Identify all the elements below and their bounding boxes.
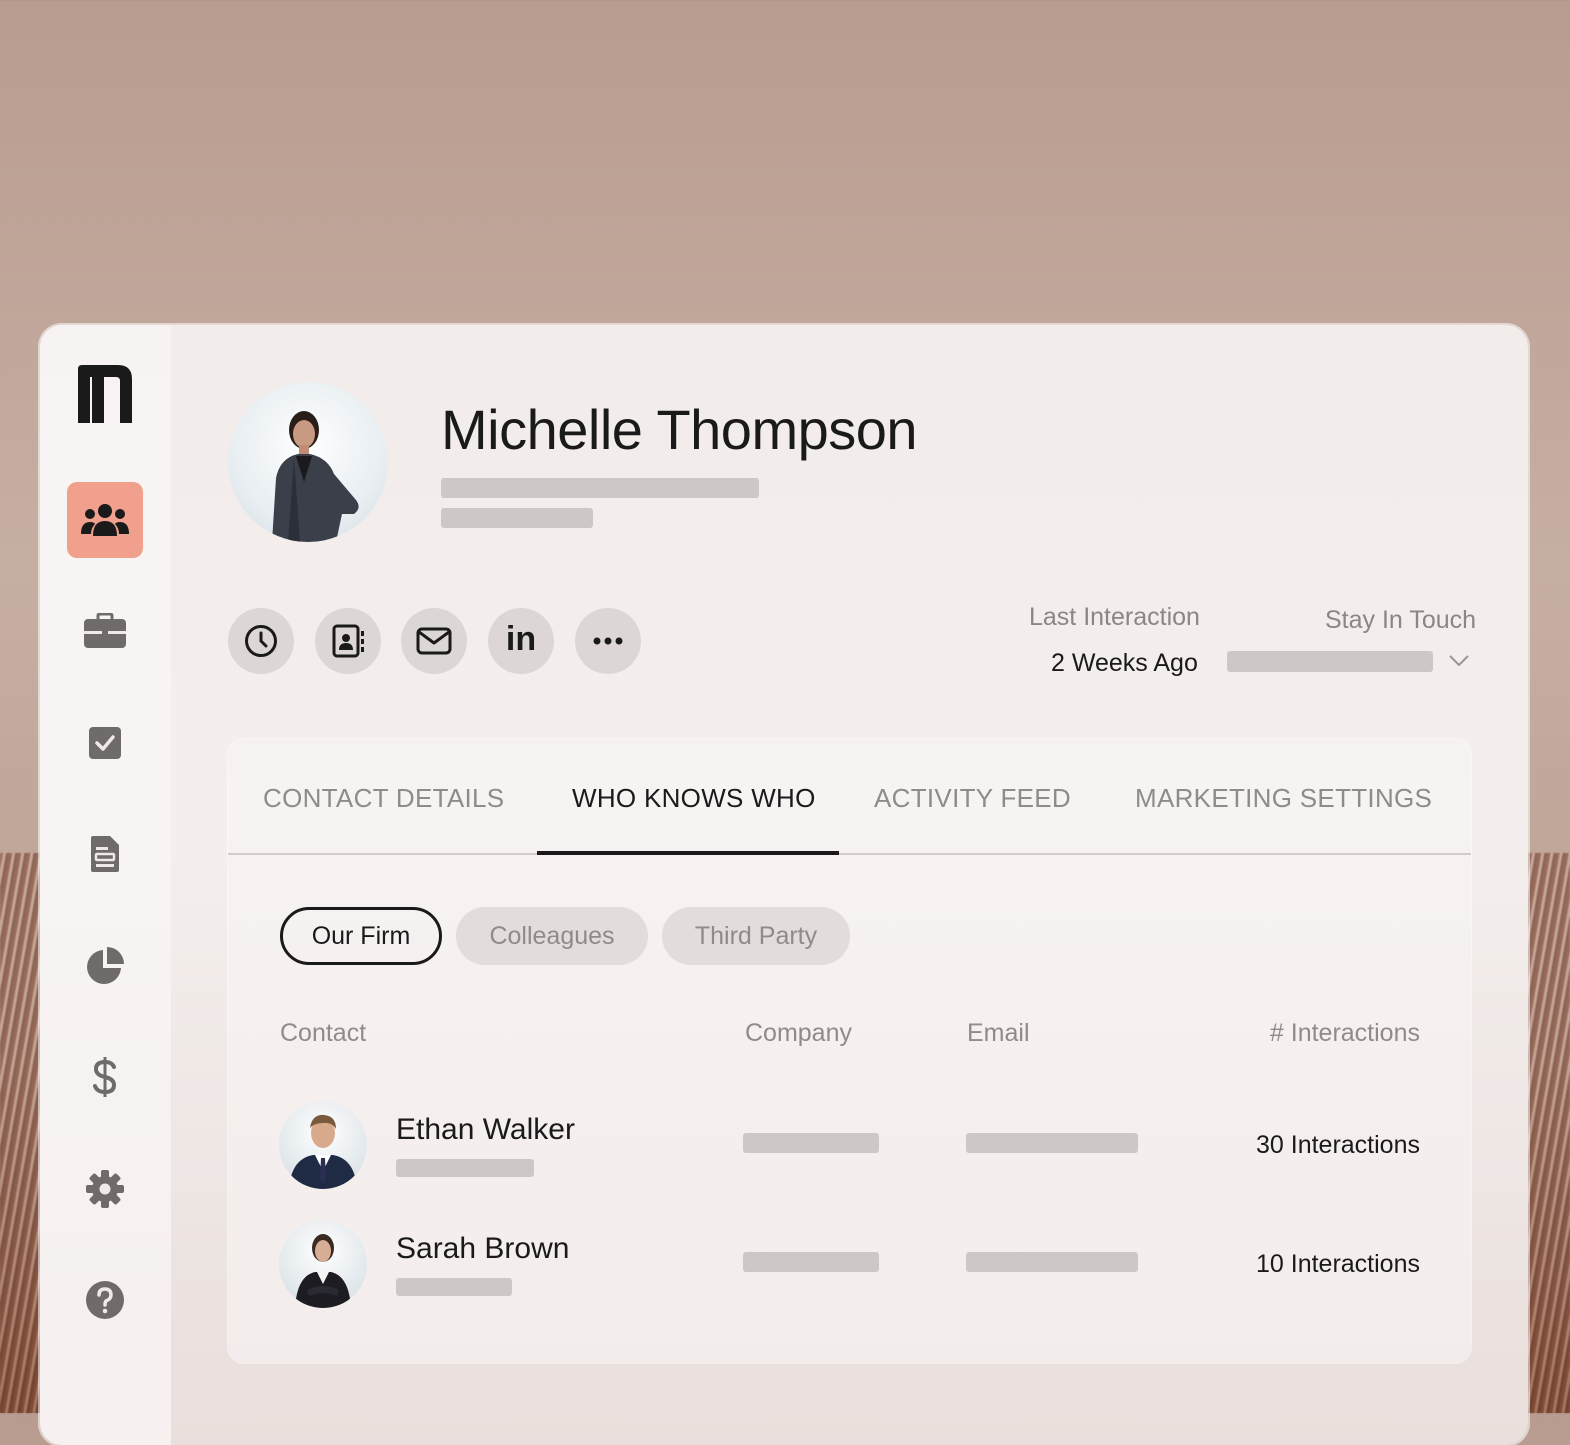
pie-chart-icon: [87, 947, 124, 984]
last-interaction-label: Last Interaction: [1029, 603, 1200, 631]
tab-activity-feed[interactable]: ACTIVITY FEED: [874, 783, 1071, 814]
avatar: [279, 1220, 367, 1308]
tab-contact-details[interactable]: CONTACT DETAILS: [263, 783, 504, 814]
contact-name[interactable]: Sarah Brown: [396, 1232, 569, 1266]
filter-our-firm[interactable]: Our Firm: [280, 907, 442, 965]
chevron-down-icon: [1449, 655, 1469, 667]
profile-avatar: [228, 382, 388, 542]
stay-in-touch-placeholder: [1227, 651, 1433, 672]
linkedin-icon: in: [505, 619, 537, 658]
nav-people[interactable]: [67, 482, 143, 558]
clock-icon: [245, 625, 277, 657]
table-row[interactable]: Sarah Brown 10 Interactions: [228, 1214, 1471, 1314]
profile-subtitle-placeholder: [441, 508, 593, 528]
contact-card-button[interactable]: [315, 608, 381, 674]
sidebar: [40, 325, 171, 1445]
avatar: [279, 1101, 367, 1189]
table-row[interactable]: Ethan Walker 30 Interactions: [228, 1095, 1471, 1195]
more-icon: [593, 637, 623, 645]
briefcase-icon: [84, 613, 126, 648]
nav-reports[interactable]: [67, 928, 143, 1004]
stay-in-touch-select[interactable]: [1227, 651, 1477, 675]
stay-in-touch-label: Stay In Touch: [1325, 606, 1477, 634]
filter-third-party[interactable]: Third Party: [662, 907, 850, 965]
company-placeholder: [743, 1133, 879, 1153]
gear-icon: [86, 1170, 124, 1208]
linkedin-button[interactable]: in: [488, 608, 554, 674]
people-icon: [81, 504, 129, 536]
email-placeholder: [966, 1133, 1138, 1153]
contact-card-icon: [332, 624, 364, 658]
nav-tasks[interactable]: [67, 705, 143, 781]
relationships-card: CONTACT DETAILS WHO KNOWS WHO ACTIVITY F…: [228, 739, 1471, 1363]
more-options-button[interactable]: [575, 608, 641, 674]
mail-icon: [416, 627, 452, 655]
document-icon: [91, 836, 119, 872]
nav-documents[interactable]: [67, 816, 143, 892]
interaction-count: 30 Interactions: [1256, 1131, 1420, 1159]
column-header-interactions[interactable]: # Interactions: [1270, 1019, 1420, 1048]
profile-title-placeholder: [441, 478, 759, 498]
profile-name: Michelle Thompson: [441, 398, 918, 461]
dollar-icon: [93, 1057, 117, 1097]
contact-subtitle-placeholder: [396, 1278, 512, 1296]
email-button[interactable]: [401, 608, 467, 674]
app-logo[interactable]: [74, 363, 134, 425]
contact-subtitle-placeholder: [396, 1159, 534, 1177]
column-header-company[interactable]: Company: [745, 1019, 852, 1048]
tab-divider: [228, 853, 1471, 855]
company-placeholder: [743, 1252, 879, 1272]
nav-help[interactable]: [67, 1262, 143, 1338]
column-header-contact[interactable]: Contact: [280, 1019, 366, 1048]
tab-marketing-settings[interactable]: MARKETING SETTINGS: [1135, 783, 1432, 814]
contact-name[interactable]: Ethan Walker: [396, 1113, 575, 1147]
column-header-email[interactable]: Email: [967, 1019, 1030, 1048]
filter-colleagues[interactable]: Colleagues: [456, 907, 648, 965]
tab-who-knows-who[interactable]: WHO KNOWS WHO: [572, 783, 816, 814]
help-icon: [86, 1281, 124, 1319]
email-placeholder: [966, 1252, 1138, 1272]
checkbox-icon: [89, 727, 121, 759]
nav-settings[interactable]: [67, 1151, 143, 1227]
interaction-count: 10 Interactions: [1256, 1250, 1420, 1278]
nav-briefcase[interactable]: [67, 593, 143, 669]
history-button[interactable]: [228, 608, 294, 674]
main-content: Michelle Thompson in Last Interaction 2 …: [171, 325, 1528, 1445]
nav-billing[interactable]: [67, 1039, 143, 1115]
active-tab-indicator: [537, 851, 839, 855]
app-window: Michelle Thompson in Last Interaction 2 …: [40, 325, 1528, 1445]
last-interaction-value: 2 Weeks Ago: [1051, 649, 1198, 677]
